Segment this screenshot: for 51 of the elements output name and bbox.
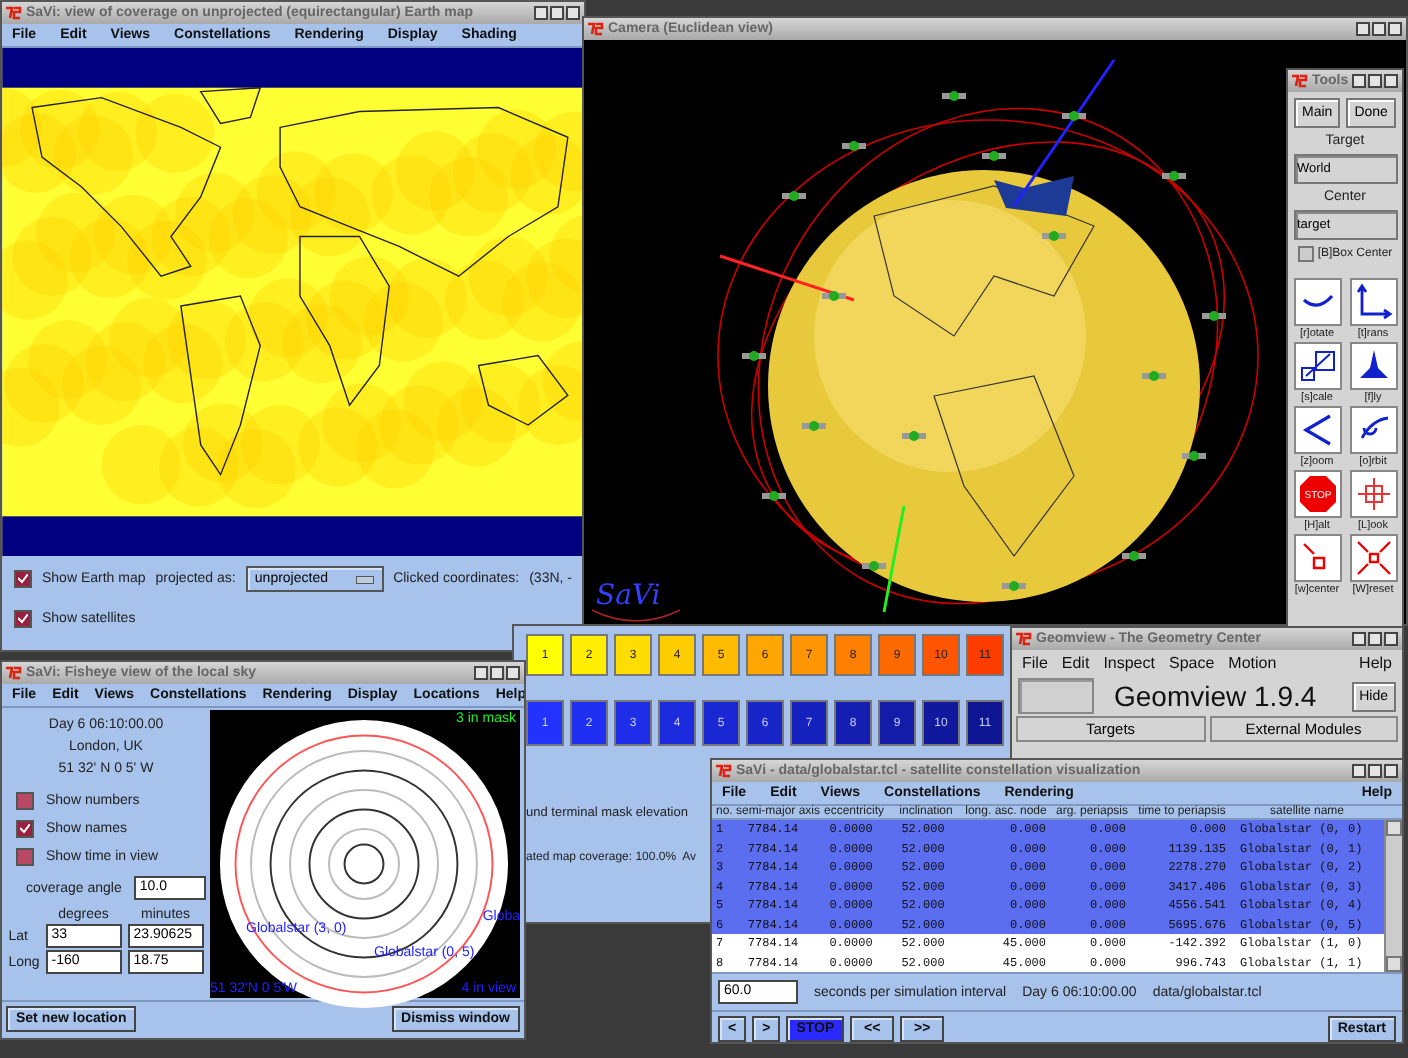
minimize-icon[interactable]: [534, 6, 548, 20]
reset-tool-icon: [1349, 534, 1397, 582]
app-icon: [6, 6, 22, 20]
app-icon: [588, 22, 604, 36]
minimize-icon[interactable]: [1352, 764, 1366, 778]
close-icon[interactable]: [566, 6, 580, 20]
app-icon: [1016, 632, 1032, 646]
checkbox[interactable]: [16, 792, 34, 810]
checkbox[interactable]: [1297, 246, 1314, 262]
maximize-icon[interactable]: [1368, 764, 1382, 778]
menu-item[interactable]: Motion: [1228, 654, 1277, 672]
menu-item[interactable]: Edit: [1061, 654, 1090, 672]
checkbox[interactable]: [14, 570, 32, 588]
center-tool-icon: [1293, 534, 1341, 582]
rotate-tool-icon: [1293, 278, 1341, 326]
dropdown-icon: [356, 575, 374, 583]
maximize-icon[interactable]: [490, 666, 504, 680]
checkbox[interactable]: [16, 820, 34, 838]
translate-tool-icon: [1349, 278, 1397, 326]
fly-tool-icon: [1349, 342, 1397, 390]
app-icon: [1292, 74, 1308, 88]
menu-item[interactable]: Inspect: [1103, 654, 1155, 672]
minimize-icon[interactable]: [1352, 74, 1367, 88]
close-icon[interactable]: [1384, 764, 1398, 778]
scale-tool-icon: [1293, 342, 1341, 390]
maximize-icon[interactable]: [1372, 22, 1386, 36]
maximize-icon[interactable]: [1368, 74, 1383, 88]
app-icon: [716, 764, 732, 778]
app-icon: [6, 666, 22, 680]
look-tool-icon: [1349, 470, 1397, 518]
menu-item[interactable]: File: [1022, 654, 1048, 672]
orbit-tool-icon: [1349, 406, 1397, 454]
minimize-icon[interactable]: [1352, 632, 1366, 646]
close-icon[interactable]: [1384, 632, 1398, 646]
maximize-icon[interactable]: [550, 6, 564, 20]
scrollbar[interactable]: [1384, 820, 1402, 972]
close-icon[interactable]: [1384, 74, 1399, 88]
checkbox[interactable]: [14, 610, 32, 628]
menu-item[interactable]: Help: [1359, 654, 1392, 672]
close-icon[interactable]: [506, 666, 520, 680]
menu-item[interactable]: Space: [1168, 654, 1215, 672]
logo-orbit-arc: [590, 608, 682, 622]
app-name: Geomview 1.9.4: [1114, 680, 1319, 712]
minimize-icon[interactable]: [474, 666, 488, 680]
close-icon[interactable]: [1388, 22, 1402, 36]
logo: SaVi: [596, 582, 661, 610]
minimize-icon[interactable]: [1356, 22, 1370, 36]
preview-box: [1018, 678, 1094, 714]
checkbox[interactable]: [16, 848, 34, 866]
zoom-tool-icon: [1293, 406, 1341, 454]
maximize-icon[interactable]: [1368, 632, 1382, 646]
